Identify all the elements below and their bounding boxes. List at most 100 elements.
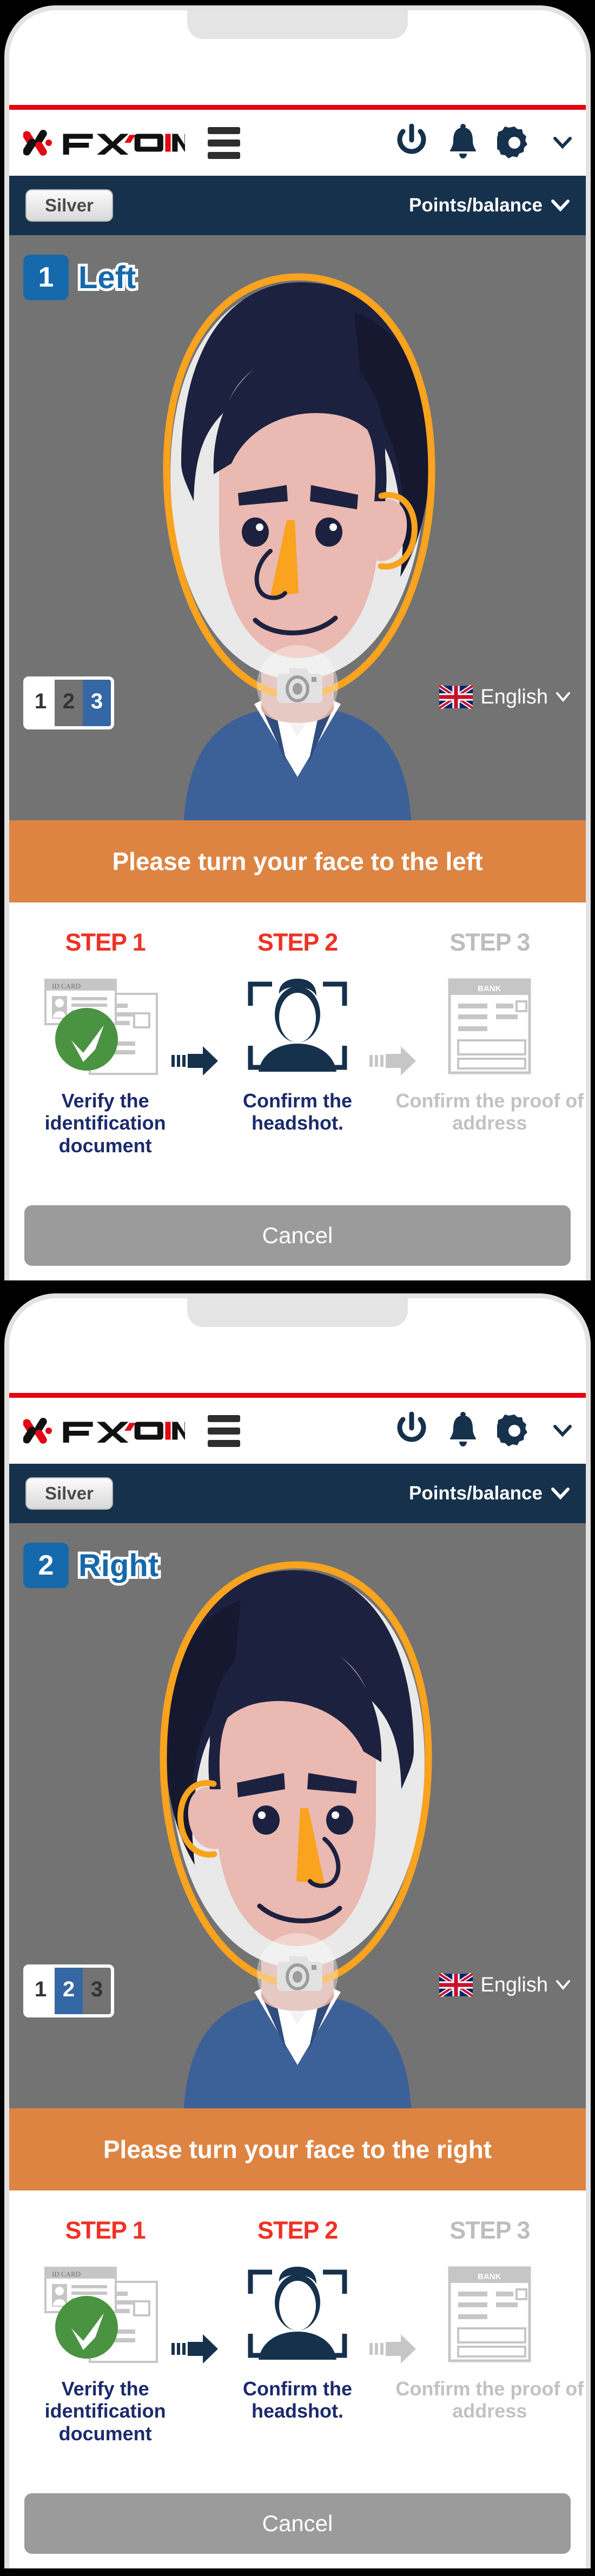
step-caption: Confirm the headshot. <box>242 1090 352 1134</box>
bank-statement-icon: BANK <box>448 978 531 1074</box>
points-balance-label: Points/balance <box>408 195 543 216</box>
cancel-button[interactable]: Cancel <box>24 1205 571 1266</box>
step-art: ID CARD <box>38 972 173 1080</box>
step-title: STEP 2 <box>257 2216 338 2244</box>
points-balance-button[interactable]: Points/balance <box>409 195 570 216</box>
fxon-mark-icon <box>23 130 52 156</box>
step-title: STEP 3 <box>449 928 530 956</box>
chevron-down-icon <box>556 692 570 702</box>
hamburger-bar <box>208 1415 241 1422</box>
page-indicator-item[interactable]: 2 <box>55 680 83 726</box>
phone-notch <box>187 1298 408 1327</box>
chevron-down-icon <box>551 200 570 212</box>
step-caption: Confirm the proof of address <box>395 2378 584 2422</box>
uk-flag-icon <box>439 1973 473 1997</box>
step-caption: Confirm the proof of address <box>395 1090 584 1134</box>
app-header <box>9 1398 586 1464</box>
hamburger-bar <box>208 1427 241 1435</box>
instruction-text: Please turn your face to the right <box>103 2135 492 2163</box>
steps-row: STEP 1 ID CARD Verify the identification… <box>9 2190 586 2477</box>
cancel-button[interactable]: Cancel <box>24 2493 571 2554</box>
direction-label: Left <box>76 257 138 298</box>
chevron-down-icon <box>556 1980 570 1990</box>
id-card-verified-icon: ID CARD <box>44 979 158 1075</box>
step-caption: Verify the identification document <box>44 2378 166 2445</box>
direction-label: Right <box>76 1545 161 1586</box>
headshot-scan-icon <box>248 2267 347 2360</box>
step-art: BANK <box>441 2260 538 2368</box>
hamburger-bar <box>208 151 241 159</box>
page-indicator-item[interactable]: 3 <box>83 1968 111 2014</box>
phone-frame: Silver Points/balance 2 Right 1 2 3 Engl… <box>4 1293 591 2568</box>
instruction-banner: Please turn your face to the left <box>9 820 586 902</box>
rank-badge[interactable]: Silver <box>25 1477 113 1510</box>
language-label: English <box>480 685 548 708</box>
direction-step-number: 2 <box>23 1543 69 1588</box>
hamburger-menu-button[interactable] <box>208 127 241 159</box>
page-indicator-item[interactable]: 1 <box>27 680 55 726</box>
step-art: BANK <box>441 972 538 1080</box>
page-indicator-item-active[interactable]: 2 <box>55 1968 83 2014</box>
gear-icon[interactable] <box>497 125 532 160</box>
id-card-label: ID CARD <box>52 2270 81 2278</box>
brand-logo[interactable] <box>23 1415 186 1446</box>
shutter-button[interactable] <box>257 1933 338 2014</box>
step-art: ID CARD <box>38 2260 173 2368</box>
headshot-scan-icon <box>248 979 347 1072</box>
step-title: STEP 1 <box>65 928 146 956</box>
camera-viewport[interactable]: 1 Left 1 2 3 English <box>9 235 586 820</box>
page-indicator[interactable]: 1 2 3 <box>23 676 114 729</box>
bank-statement-icon: BANK <box>448 2266 531 2362</box>
arrow-right-muted-icon <box>369 2334 416 2363</box>
points-balance-label: Points/balance <box>408 1483 543 1504</box>
instruction-text: Please turn your face to the left <box>112 847 483 875</box>
direction-badge: 2 Right <box>23 1543 161 1588</box>
account-bar: Silver Points/balance <box>9 176 586 235</box>
bell-icon[interactable] <box>447 1411 479 1450</box>
arrow-right-muted-icon <box>369 1046 416 1075</box>
points-balance-button[interactable]: Points/balance <box>409 1483 570 1504</box>
hamburger-bar <box>208 139 241 147</box>
page-indicator[interactable]: 1 2 3 <box>23 1964 114 2017</box>
rank-badge[interactable]: Silver <box>25 189 113 222</box>
camera-icon <box>277 1956 322 1991</box>
phone-frame: Silver Points/balance 1 Left 1 2 3 Engli… <box>4 5 591 1280</box>
power-icon[interactable] <box>394 1412 429 1450</box>
phone-panel-1: Silver Points/balance 1 Left 1 2 3 Engli… <box>0 0 595 1288</box>
app-header <box>9 110 586 176</box>
language-selector[interactable]: English <box>439 685 571 709</box>
hamburger-menu-button[interactable] <box>208 1415 241 1447</box>
brand-logo[interactable] <box>23 127 186 158</box>
language-label: English <box>480 1973 548 1996</box>
direction-step-number: 1 <box>23 255 69 300</box>
chevron-down-icon[interactable] <box>553 1424 572 1438</box>
camera-viewport[interactable]: 2 Right 1 2 3 English <box>9 1523 586 2108</box>
chevron-down-icon[interactable] <box>553 136 572 150</box>
chevron-down-icon <box>551 1488 570 1500</box>
screenshot-root: Silver Points/balance 1 Left 1 2 3 Engli… <box>0 0 595 2576</box>
phone-notch <box>187 10 408 39</box>
page-indicator-item[interactable]: 1 <box>27 1968 55 2014</box>
power-icon[interactable] <box>394 124 429 162</box>
id-card-label: ID CARD <box>52 982 81 990</box>
header-actions <box>394 123 572 162</box>
fxon-mark-icon <box>23 1418 52 1444</box>
direction-badge: 1 Left <box>23 255 138 300</box>
step-caption: Confirm the headshot. <box>242 2378 352 2422</box>
shutter-button[interactable] <box>257 645 338 726</box>
uk-flag-icon <box>439 685 473 709</box>
page-indicator-item-active[interactable]: 3 <box>83 680 111 726</box>
hamburger-bar <box>208 127 241 134</box>
bell-icon[interactable] <box>447 123 479 162</box>
header-actions <box>394 1411 572 1450</box>
account-bar: Silver Points/balance <box>9 1464 586 1523</box>
camera-controls: 1 2 3 English <box>9 645 586 736</box>
footer-actions: Cancel <box>9 2478 586 2568</box>
instruction-banner: Please turn your face to the right <box>9 2108 586 2190</box>
language-selector[interactable]: English <box>439 1973 571 1997</box>
phone-screen: Silver Points/balance 2 Right 1 2 3 Engl… <box>9 1298 586 2568</box>
hamburger-bar <box>208 1439 241 1447</box>
camera-controls: 1 2 3 English <box>9 1933 586 2024</box>
gear-icon[interactable] <box>497 1413 532 1448</box>
fxon-wordmark-icon <box>63 134 186 155</box>
